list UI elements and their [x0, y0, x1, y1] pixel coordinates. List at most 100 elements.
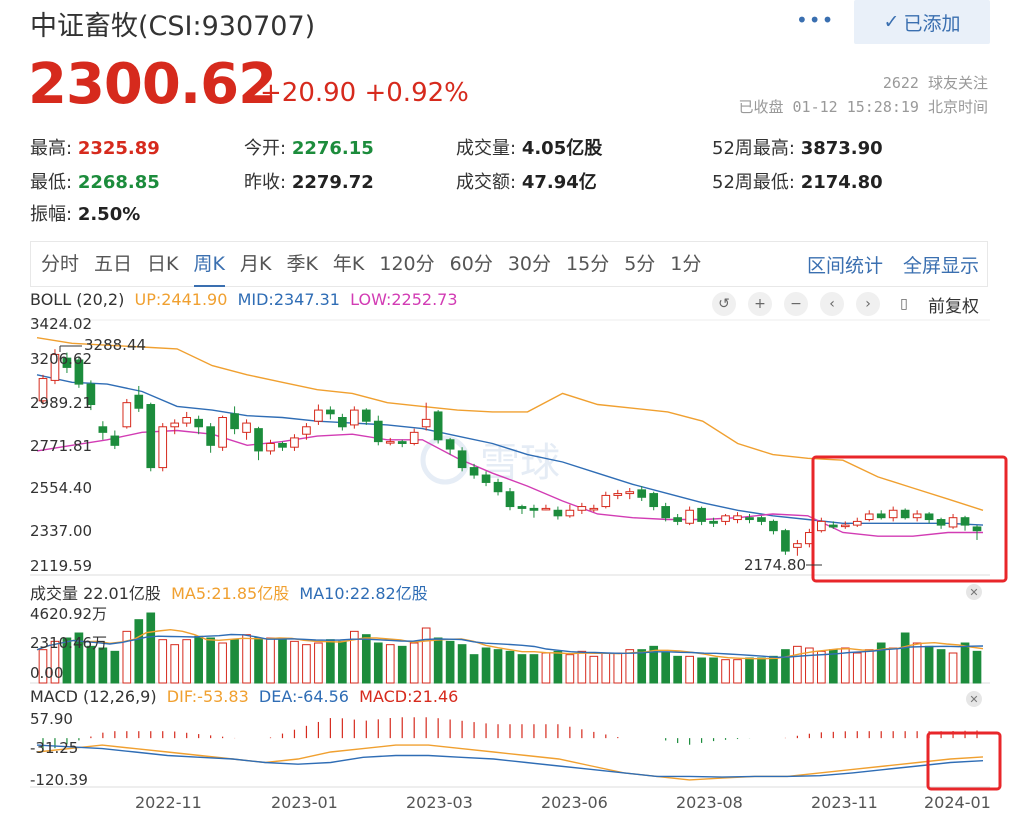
- candle-body: [912, 513, 922, 519]
- candle-body: [361, 409, 371, 422]
- macd-dif-line: [36, 744, 984, 781]
- volume-bar: [158, 639, 168, 684]
- volume-bar: [912, 642, 922, 684]
- candle-body: [110, 435, 120, 446]
- candle-body: [852, 520, 862, 526]
- price-tick: 2337.00: [30, 522, 93, 540]
- x-tick: 2023-06: [541, 793, 608, 812]
- candle-body: [278, 442, 287, 448]
- candle-body: [314, 409, 323, 422]
- volume-bar: [421, 627, 431, 684]
- volume-bar: [541, 652, 551, 684]
- candle-body: [505, 491, 515, 508]
- volume-bar: [948, 652, 958, 684]
- volume-bar: [685, 655, 694, 684]
- candle-body: [433, 411, 443, 441]
- volume-bar: [709, 657, 718, 684]
- max-annotation: 3288.44: [84, 336, 146, 354]
- x-tick: 2024-01: [924, 793, 991, 812]
- candle-body: [661, 506, 671, 519]
- volume-bar: [433, 637, 443, 684]
- x-tick: 2023-08: [676, 793, 743, 812]
- min-annotation: 2174.80: [744, 556, 806, 574]
- candle-body: [685, 509, 694, 524]
- candle-body: [637, 489, 647, 498]
- volume-bar: [457, 644, 467, 684]
- volume-bar: [134, 619, 144, 684]
- macd-dea-line: [36, 744, 984, 778]
- volume-bar: [529, 654, 539, 684]
- candle-body: [206, 426, 215, 446]
- candle-body: [290, 437, 299, 448]
- volume-bar: [302, 644, 311, 684]
- volume-bar: [960, 642, 970, 684]
- candle-body: [182, 417, 192, 424]
- candle-body: [553, 509, 563, 517]
- candle-body: [146, 404, 156, 469]
- candle-body: [793, 543, 802, 548]
- volume-bar: [852, 652, 862, 684]
- volume-bar: [757, 657, 766, 684]
- price-tick: 3424.02: [30, 315, 93, 333]
- candle-body: [781, 530, 790, 552]
- candle-body: [817, 520, 826, 532]
- volume-bar: [218, 642, 227, 684]
- candle-body: [349, 409, 359, 426]
- highlight-box-macd: [926, 731, 1002, 791]
- volume-bar: [110, 650, 120, 684]
- volume-bar: [206, 637, 215, 684]
- candle-body: [254, 428, 263, 452]
- macd-panel: [36, 717, 984, 781]
- watermark-text: 雪球: [480, 440, 560, 486]
- volume-bars: [36, 612, 984, 684]
- kline-chart[interactable]: 雪球 3288.44 2174.80: [0, 0, 1026, 818]
- candle-body: [601, 494, 611, 508]
- volume-bar: [793, 645, 802, 684]
- volume-bar: [326, 639, 335, 684]
- volume-bar: [314, 642, 323, 684]
- macd-tick: 57.90: [30, 710, 73, 728]
- volume-bar: [409, 642, 419, 684]
- volume-bar: [972, 650, 982, 684]
- volume-bar: [721, 659, 730, 684]
- price-tick: 2119.59: [30, 557, 93, 575]
- volume-bar: [589, 655, 599, 684]
- candle-body: [242, 422, 251, 433]
- highlight-box-price: [811, 455, 1008, 583]
- volume-bar: [601, 652, 611, 684]
- volume-bar: [888, 647, 898, 684]
- volume-bar: [613, 652, 623, 684]
- candle-body: [709, 520, 718, 524]
- volume-bar: [745, 657, 754, 684]
- candle-body: [445, 439, 455, 450]
- candle-body: [733, 515, 742, 521]
- candle-body: [517, 506, 527, 509]
- volume-bar: [385, 644, 395, 684]
- volume-bar: [254, 637, 263, 684]
- macd-tick: -120.39: [30, 771, 88, 789]
- volume-bar: [278, 639, 287, 684]
- volume-bar: [637, 649, 647, 684]
- candle-body: [421, 418, 431, 428]
- volume-bar: [98, 647, 108, 684]
- candle-body: [577, 506, 587, 511]
- candle-body: [409, 431, 419, 444]
- candle-body: [326, 409, 335, 415]
- candle-body: [769, 520, 778, 532]
- volume-bar: [170, 644, 180, 684]
- candle-body: [757, 517, 766, 522]
- macd-tick: -31.25: [30, 739, 79, 757]
- volume-bar: [673, 655, 682, 684]
- volume-bar: [900, 632, 910, 684]
- candle-body: [876, 513, 886, 519]
- candle-body: [302, 426, 311, 435]
- volume-bar: [493, 649, 503, 684]
- candle-body: [493, 481, 503, 493]
- x-tick: 2023-01: [271, 793, 338, 812]
- candle-body: [481, 474, 491, 483]
- candle-body: [397, 441, 407, 444]
- candle-body: [649, 493, 659, 508]
- volume-bar: [505, 650, 515, 684]
- candle-body: [828, 524, 838, 528]
- volume-bar: [290, 640, 299, 684]
